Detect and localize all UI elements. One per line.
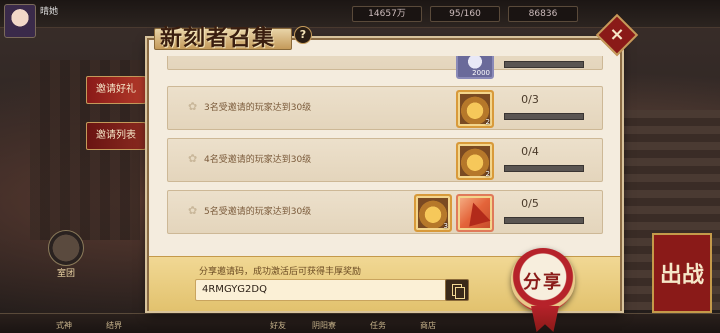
gold-coin-icon[interactable]: 2 [456,142,494,180]
resource-jade: 86836 [508,6,578,22]
reward-qty: 2 [485,170,490,178]
share-button-label: 分享 [523,272,563,293]
help-icon[interactable]: ? [294,26,312,44]
reward-qty: 2000 [472,69,490,77]
battle-banner[interactable]: 出战 [652,233,712,313]
invite-code-field[interactable]: 4RMGYG2DQ [195,279,447,301]
dialog-title-plate: 新刻者召集 [146,14,306,52]
flower-icon: ✿ [188,204,198,217]
bottom-nav-item[interactable]: 任务 [370,320,386,331]
progress-value: 0/4 [521,145,539,158]
reward-qty: 2 [485,118,490,126]
bottom-nav: 式神 结界 商店 好友 阴阳寮 任务 [0,313,720,333]
reward-qty: 3 [443,222,448,230]
list-item: ✿ 4名受邀请的玩家达到30级 2 0/4 [167,138,603,182]
page-title: 新刻者召集 [160,25,276,51]
paper-crane-icon[interactable] [456,194,494,232]
resource-coins: 14657万 [352,6,422,22]
guild-badge-label: 室团 [56,269,75,279]
flower-icon: ✿ [188,152,198,165]
player-name: 晴她 [40,7,59,17]
bottom-nav-item[interactable]: 阴阳寮 [312,320,336,331]
flower-icon: ✿ [188,100,198,113]
list-item: ✿ 3名受邀请的玩家达到30级 2 0/3 [167,86,603,130]
list-item: ✿ 5名受邀请的玩家达到30级 3 0/5 [167,190,603,234]
resource-stamina: 95/160 [430,6,500,22]
player-avatar[interactable] [4,4,36,38]
bottom-nav-item[interactable]: 好友 [270,320,286,331]
progress-bar [504,165,584,172]
progress-bar [504,217,584,224]
tab-invite-list[interactable]: 邀请列表 [86,122,146,150]
row-condition: 3名受邀请的玩家达到30级 [204,103,312,113]
reward-list[interactable]: 2000 ✿ 3名受邀请的玩家达到30级 2 0/3 ✿ 4名受邀请的玩家达到3… [167,56,605,248]
gold-coin-icon[interactable]: 2 [456,90,494,128]
progress-value: 0/5 [521,197,539,210]
bottom-nav-item[interactable]: 结界 [106,320,122,331]
copy-icon[interactable] [445,279,469,301]
recruit-dialog: 2000 ✿ 3名受邀请的玩家达到30级 2 0/3 ✿ 4名受邀请的玩家达到3… [147,38,622,332]
share-button[interactable]: 分享 [511,248,575,312]
tab-invite-rewards[interactable]: 邀请好礼 [86,76,146,104]
share-hint: 分享邀请码，成功激活后可获得丰厚奖励 [199,267,362,277]
list-item: 2000 [167,56,603,79]
gold-coin-icon[interactable]: 3 [414,194,452,232]
guild-badge-icon[interactable] [48,230,84,266]
progress-value: 0/3 [521,93,539,106]
row-condition: 5名受邀请的玩家达到30级 [204,207,312,217]
row-condition: 4名受邀请的玩家达到30级 [204,155,312,165]
bottom-nav-item[interactable]: 商店 [420,320,436,331]
progress-bar [504,61,584,68]
close-icon[interactable]: × [602,20,632,50]
progress-bar [504,113,584,120]
reward-item-icon[interactable]: 2000 [456,56,494,79]
bottom-nav-item[interactable]: 式神 [56,320,72,331]
